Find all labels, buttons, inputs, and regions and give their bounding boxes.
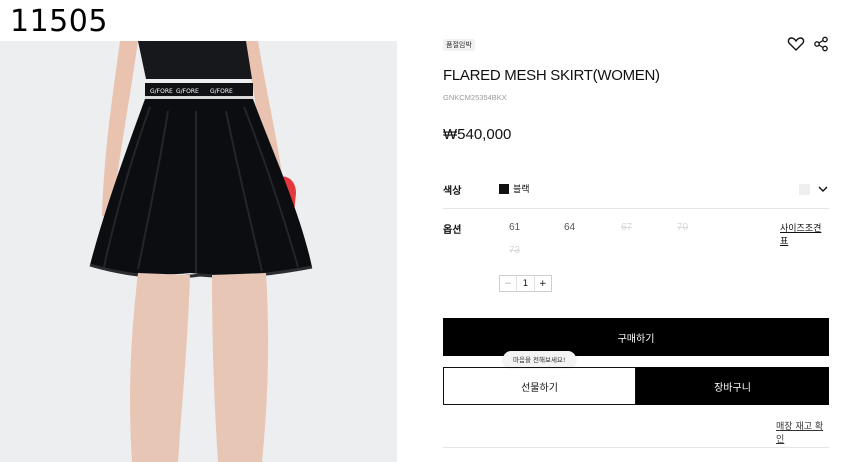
product-photo-illustration: G/FORE G/FORE G/FORE xyxy=(0,41,397,462)
image-id-label: 11505 xyxy=(10,4,108,39)
color-label: 색상 xyxy=(443,186,462,197)
store-stock-link[interactable]: 매장 재고 확인 xyxy=(776,419,829,445)
waistband-logo-3: G/FORE xyxy=(210,88,233,95)
quantity-minus-button[interactable]: − xyxy=(500,276,518,291)
buy-now-button[interactable]: 구매하기 xyxy=(443,318,829,356)
gift-tooltip: 마음을 전해보세요! xyxy=(503,351,576,367)
gift-button[interactable]: 선물하기 xyxy=(443,367,636,405)
size-option-64[interactable]: 64 xyxy=(564,222,575,233)
divider xyxy=(443,447,829,448)
stock-badge: 품절임박 xyxy=(443,39,475,51)
quantity-stepper: − 1 + xyxy=(499,275,552,292)
divider xyxy=(443,208,829,209)
color-value: 블랙 xyxy=(513,185,530,195)
product-price: ₩540,000 xyxy=(443,126,512,143)
product-code: GNKCM25354BKX xyxy=(443,93,507,102)
size-option-70[interactable]: 70 xyxy=(677,222,688,233)
add-to-cart-button[interactable]: 장바구니 xyxy=(636,367,829,405)
product-image: G/FORE G/FORE G/FORE xyxy=(0,41,397,462)
size-option-67[interactable]: 67 xyxy=(621,222,632,233)
product-info-panel: 품절임박 FLARED MESH SKIRT(WOMEN) GNKCM25354… xyxy=(443,0,829,462)
color-swatch xyxy=(499,184,509,194)
share-icon[interactable] xyxy=(813,36,829,52)
waistband-logo-1: G/FORE xyxy=(150,88,173,95)
size-option-61[interactable]: 61 xyxy=(509,222,520,233)
heart-icon[interactable] xyxy=(787,36,805,52)
size-label: 옵션 xyxy=(443,225,462,236)
quantity-plus-button[interactable]: + xyxy=(533,276,551,291)
color-chip xyxy=(799,184,810,195)
color-select[interactable]: 색상 블랙 xyxy=(443,177,829,207)
waistband-logo-2: G/FORE xyxy=(176,88,199,95)
quantity-value[interactable]: 1 xyxy=(517,276,533,291)
product-title: FLARED MESH SKIRT(WOMEN) xyxy=(443,67,660,84)
size-guide-link[interactable]: 사이즈조견표 xyxy=(780,221,829,247)
chevron-down-icon xyxy=(818,186,828,192)
size-option-73[interactable]: 73 xyxy=(509,245,520,256)
